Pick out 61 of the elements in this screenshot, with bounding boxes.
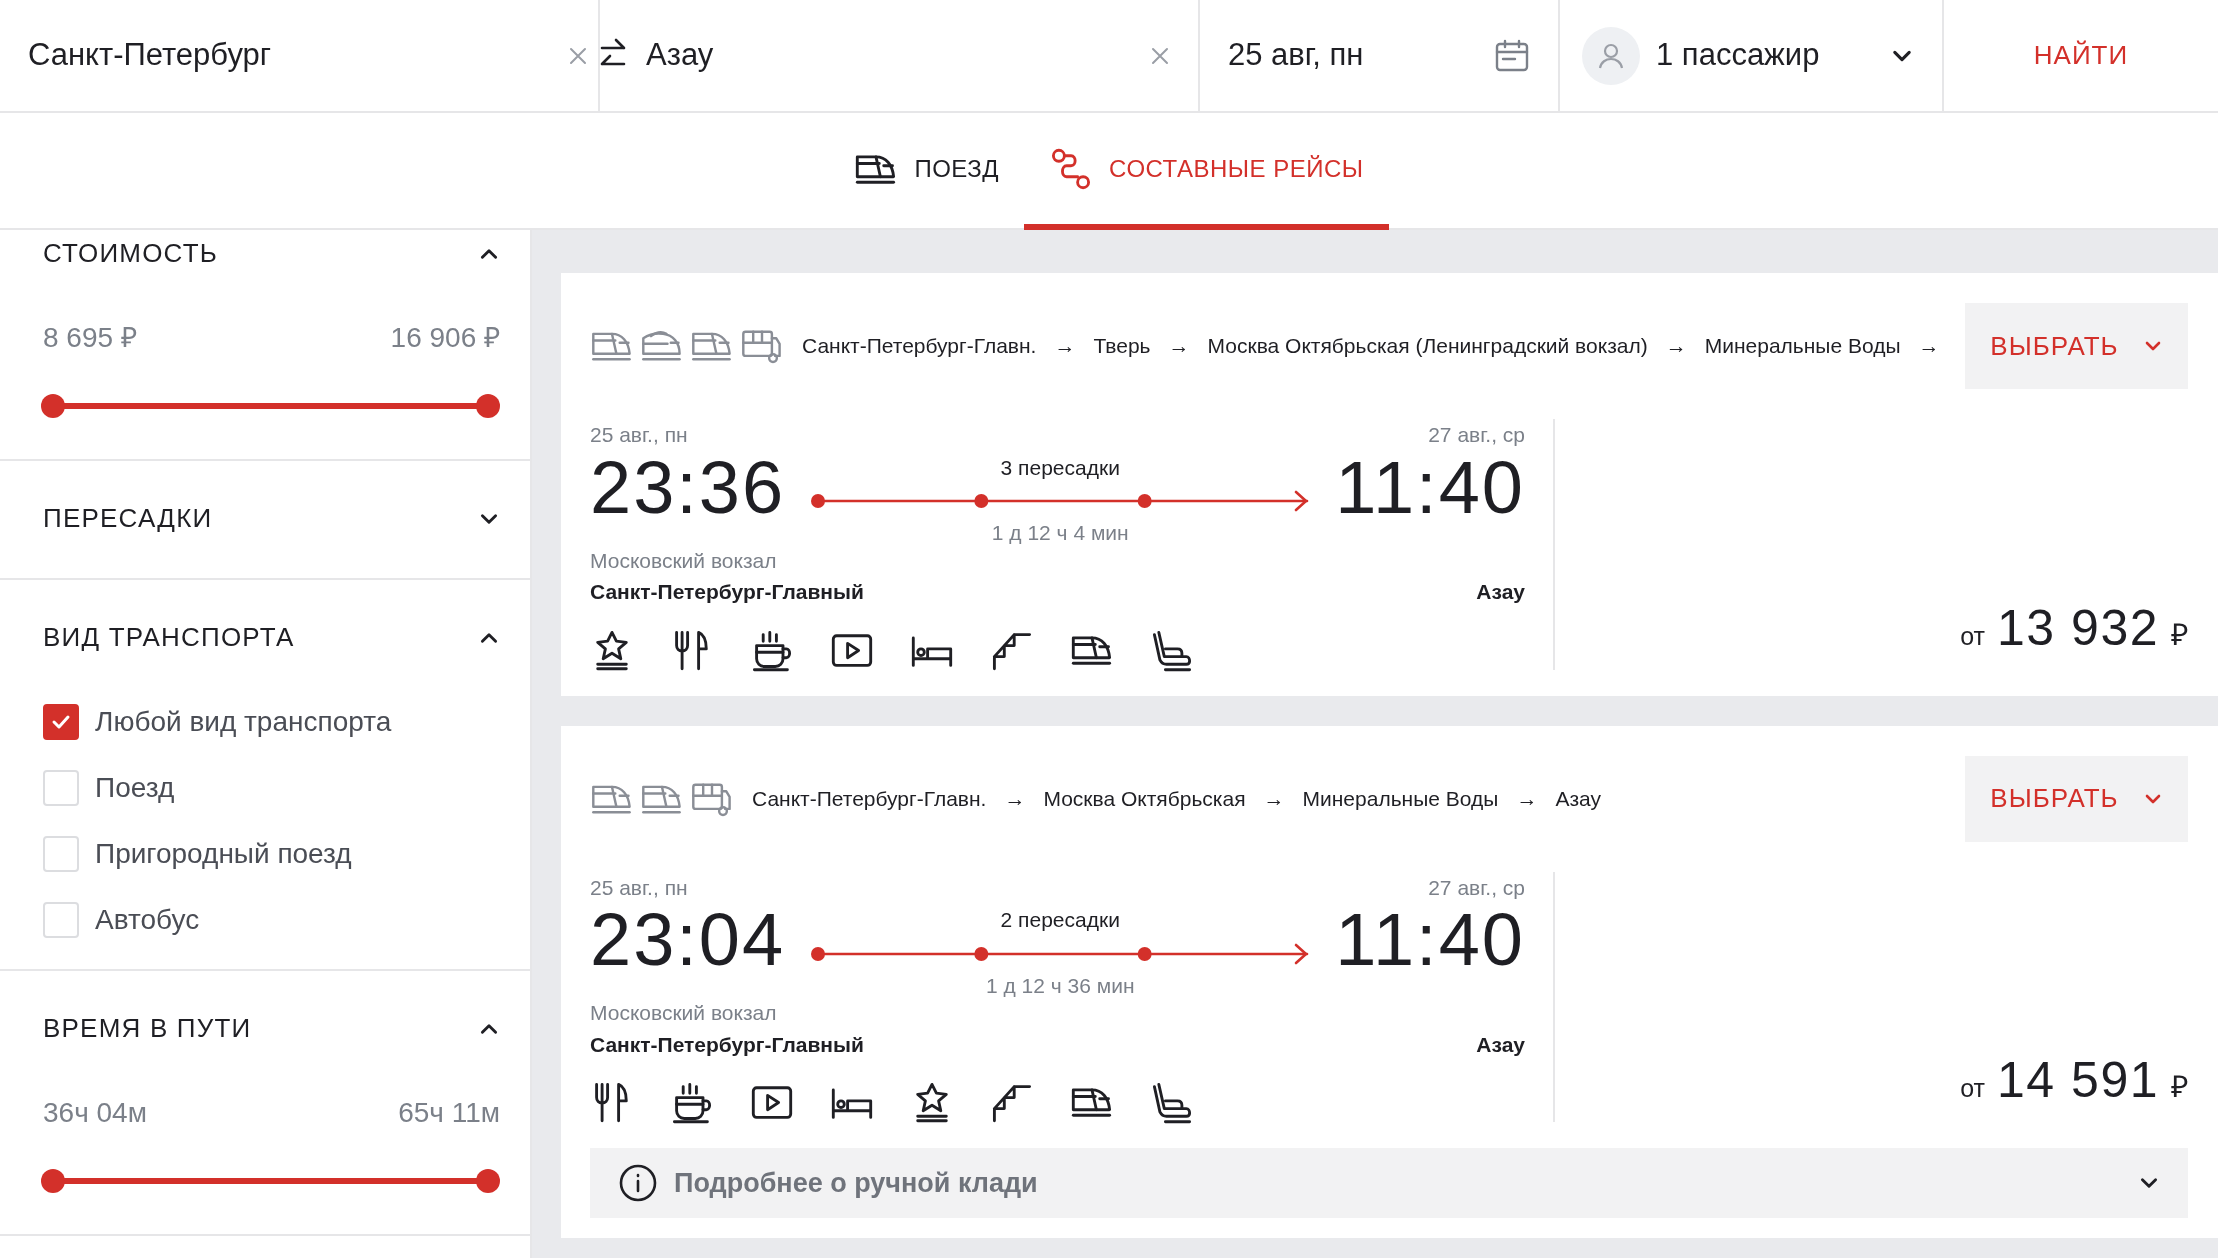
arrival-station: Азау xyxy=(1476,1031,1525,1058)
select-button[interactable]: ВЫБРАТЬ xyxy=(1965,755,2188,842)
route-arrow: → xyxy=(1918,333,1940,360)
route-station: Москва Октябрьская xyxy=(1043,785,1246,812)
range-min-value: 36ч 04м xyxy=(43,1096,147,1130)
route-station: Минеральные Воды xyxy=(1704,333,1901,360)
route-arrow: → xyxy=(1054,333,1076,360)
search-button[interactable]: НАЙТИ xyxy=(2027,35,2135,76)
filter-heading[interactable]: СТОИМОСТЬ xyxy=(43,234,219,273)
price-prefix: от xyxy=(1960,620,1986,652)
filter-heading[interactable]: ВИД ТРАНСПОРТА xyxy=(43,618,295,657)
station-note: Московский вокзал xyxy=(590,1000,778,1026)
checkbox-label: Автобус xyxy=(95,903,200,937)
route-arrow: → xyxy=(1004,785,1026,812)
route-arrow: → xyxy=(1665,333,1687,360)
route-station: Москва Октябрьская (Ленинградский вокзал) xyxy=(1207,333,1648,360)
arrival-time: 11:40 xyxy=(1335,903,1525,977)
departure-station: Санкт-Петербург-Главный xyxy=(590,579,864,605)
transfers-count: 2 пересадки xyxy=(1000,907,1120,933)
price-prefix: от xyxy=(1960,1073,1986,1104)
station-note: Московский вокзал xyxy=(590,547,778,574)
departure-date: 25 авг., пн xyxy=(590,422,689,448)
to-city-field[interactable]: Азау xyxy=(646,32,1150,79)
route-station: Санкт-Петербург-Главн. xyxy=(752,785,987,812)
trip-duration: 1 д 12 ч 4 мин xyxy=(991,520,1129,546)
price: 13 932 xyxy=(1997,598,2159,658)
departure-date: 25 авг., пн xyxy=(590,874,689,901)
route-station: Азау xyxy=(1555,785,1601,812)
range-min-value: 8 695 ₽ xyxy=(43,321,137,355)
arrival-station: Азау xyxy=(1476,579,1525,605)
info-bar[interactable]: Подробнее о ручной клади xyxy=(590,1148,2188,1218)
filter-heading[interactable]: ВРЕМЯ В ПУТИ xyxy=(43,1009,252,1048)
info-text: Подробнее о ручной клади xyxy=(674,1166,1039,1200)
tab[interactable]: ПОЕЗД xyxy=(829,113,1025,230)
currency-sign: ₽ xyxy=(2171,616,2188,653)
route-station: Минеральные Воды xyxy=(1302,785,1499,812)
from-city-field[interactable]: Санкт-Петербург xyxy=(28,32,568,79)
departure-time: 23:04 xyxy=(590,903,786,977)
checkbox-label: Поезд xyxy=(95,771,175,805)
date-field[interactable]: 25 авг, пн xyxy=(1228,32,1494,79)
route-arrow: → xyxy=(1263,785,1285,812)
price: 14 591 xyxy=(1997,1051,2159,1110)
departure-time: 23:36 xyxy=(590,450,786,525)
passengers-field[interactable]: 1 пассажир xyxy=(1656,32,1874,79)
range-max-value: 65ч 11м xyxy=(398,1096,500,1130)
filter-heading[interactable]: ПЕРЕСАДКИ xyxy=(43,499,213,538)
transfers-count: 3 пересадки xyxy=(1000,454,1120,481)
arrival-date: 27 авг., ср xyxy=(1428,422,1525,448)
select-button[interactable]: ВЫБРАТЬ xyxy=(1965,303,2188,389)
departure-station: Санкт-Петербург-Главный xyxy=(590,1031,864,1058)
checkbox-label: Пригородный поезд xyxy=(95,837,352,871)
route-station: Тверь xyxy=(1093,333,1151,360)
arrival-date: 27 авг., ср xyxy=(1428,874,1525,901)
route-arrow: → xyxy=(1516,785,1538,812)
currency-sign: ₽ xyxy=(2171,1069,2188,1105)
checkbox-label: Любой вид транспорта xyxy=(95,705,392,739)
range-max-value: 16 906 ₽ xyxy=(390,321,500,355)
route-arrow: → xyxy=(1168,333,1190,360)
arrival-time: 11:40 xyxy=(1335,450,1525,525)
route-station: Санкт-Петербург-Главн. xyxy=(802,333,1037,360)
trip-duration: 1 д 12 ч 36 мин xyxy=(985,972,1135,999)
